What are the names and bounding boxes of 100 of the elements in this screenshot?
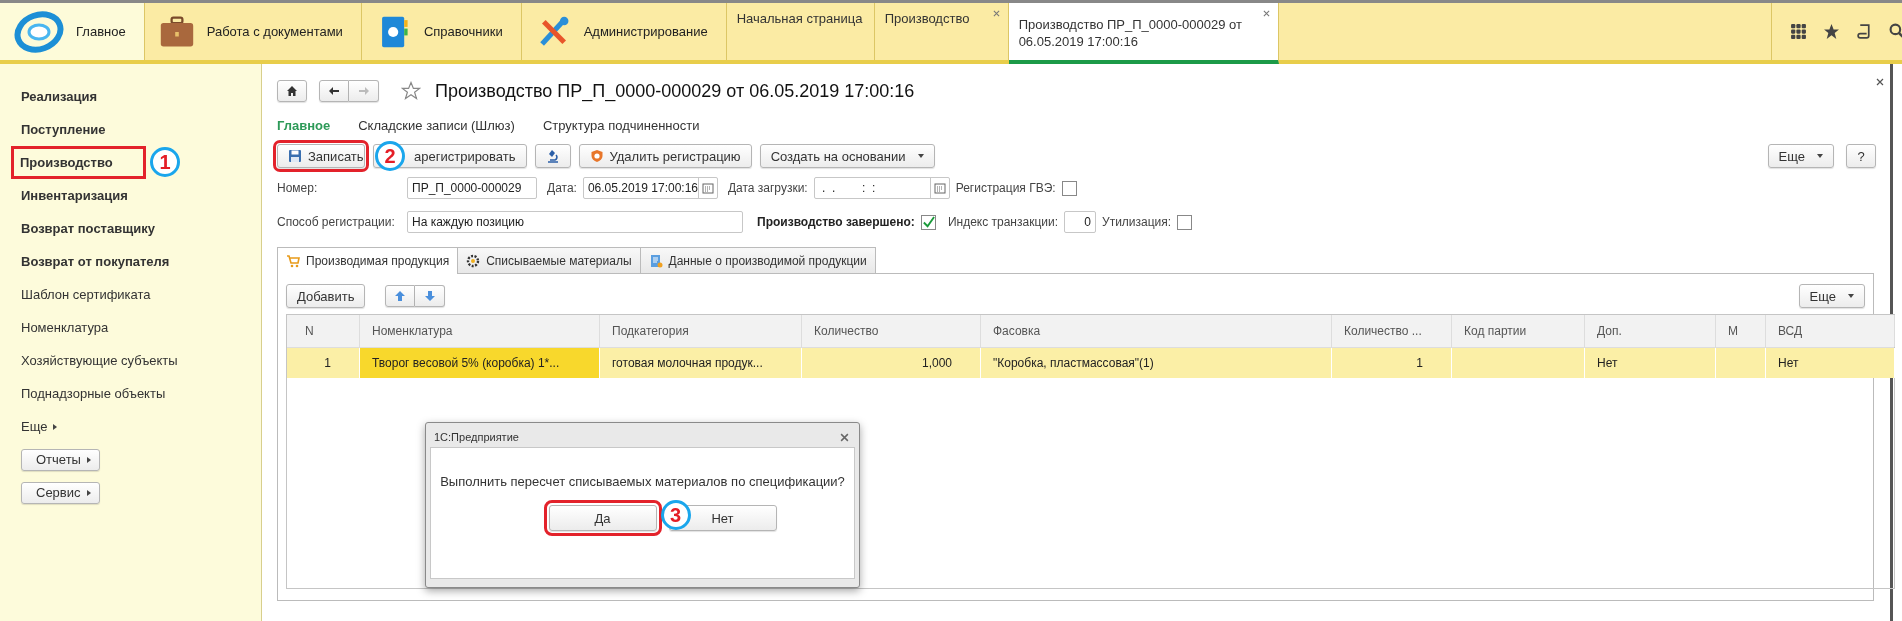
menu-button[interactable]: Сервис — [21, 481, 100, 504]
close-icon[interactable] — [1262, 10, 1270, 17]
checkbox[interactable] — [1061, 180, 1077, 196]
grid-icon[interactable] — [1790, 23, 1807, 40]
calendar-icon[interactable] — [933, 182, 946, 194]
add-button[interactable]: Добавить — [286, 284, 366, 308]
section-link[interactable]: Главное — [277, 117, 331, 133]
caret-icon — [86, 456, 91, 463]
caret-icon — [1817, 154, 1823, 158]
column-header[interactable]: Доп. — [1585, 315, 1716, 347]
dialog-title: 1С:Предприятие — [434, 431, 519, 443]
column-header[interactable]: Количество ... — [1332, 315, 1452, 347]
caret-icon — [53, 423, 58, 430]
section-tab[interactable]: Главное — [0, 3, 145, 60]
column-header[interactable]: Фасовка — [981, 315, 1332, 347]
back-button[interactable] — [319, 80, 349, 102]
sidebar-item[interactable]: Номенклатура — [21, 320, 109, 335]
field-label: Производство завершено: — [757, 215, 915, 229]
more-button[interactable]: Еще — [1767, 144, 1834, 168]
number-field[interactable]: ПР_П_0000-000029 — [407, 177, 537, 199]
sidebar-item[interactable]: Реализация — [21, 89, 98, 104]
sidebar-item[interactable]: Хозяйствующие субъекты — [21, 353, 178, 368]
table-cell: готовая молочная продук... — [600, 348, 802, 378]
page-tab[interactable]: Производимая продукция — [277, 247, 459, 274]
move-up-button[interactable] — [385, 285, 416, 307]
window-tab[interactable]: Начальная страница — [726, 3, 875, 60]
microscope-icon — [545, 149, 560, 163]
cart-icon — [286, 254, 300, 268]
table-cell: 1 — [1332, 348, 1452, 378]
section-tab[interactable]: Администрирование — [521, 3, 727, 60]
caret-icon — [917, 154, 924, 158]
calendar-icon[interactable] — [701, 182, 714, 194]
column-header[interactable]: Количество — [802, 315, 981, 347]
close-icon[interactable] — [840, 432, 849, 442]
floppy-icon — [288, 149, 302, 163]
menu-button[interactable]: Отчеты — [21, 448, 100, 471]
more-link[interactable]: Еще — [21, 419, 58, 434]
sidebar-item[interactable]: Производство — [14, 149, 143, 176]
shield-icon — [589, 149, 604, 163]
field-label: Номер: — [277, 181, 319, 195]
move-down-button[interactable] — [415, 285, 446, 307]
sidebar-item[interactable]: Шаблон сертификата — [21, 287, 151, 302]
briefcase-icon — [158, 14, 195, 49]
column-header[interactable]: N — [287, 315, 360, 347]
analysis-button[interactable] — [534, 144, 571, 168]
more-button[interactable]: Еще — [1798, 284, 1865, 308]
page-tab[interactable]: Данные о производимой продукции — [639, 247, 876, 273]
window-tab[interactable]: Производство ПР_П_0000-000029 от 06.05.2019 17:00:16 — [1008, 3, 1279, 64]
sidebar-item[interactable]: Возврат поставщику — [21, 221, 155, 236]
sidebar-item[interactable]: Инвентаризация — [21, 188, 128, 203]
step-marker: 2 — [375, 141, 405, 171]
back-arrow-icon — [328, 85, 340, 97]
step-marker: 1 — [150, 147, 180, 177]
field-label: Способ регистрации: — [277, 215, 396, 229]
load-date-field[interactable]: . . : : — [813, 177, 950, 199]
sidebar-item[interactable]: Поступление — [21, 122, 106, 137]
command-button[interactable]: Удалить регистрацию — [578, 144, 752, 168]
table-cell: "Коробка, пластмассовая"(1) — [981, 348, 1332, 378]
document-icon — [648, 253, 663, 268]
forward-arrow-icon — [357, 85, 370, 97]
close-icon[interactable] — [992, 10, 1000, 17]
caret-icon — [1848, 294, 1854, 298]
index-field[interactable]: 0 — [1064, 211, 1097, 233]
column-header[interactable]: Подкатегория — [600, 315, 802, 347]
section-tab[interactable]: Работа с документами — [144, 3, 362, 60]
field-label: Дата загрузки: — [727, 181, 808, 195]
checkbox[interactable] — [920, 214, 936, 230]
date-field[interactable]: 06.05.2019 17:00:16 — [582, 177, 718, 199]
column-header[interactable]: Номенклатура — [360, 315, 600, 347]
window-tab[interactable]: Производство — [874, 3, 1009, 60]
section-tab[interactable]: Справочники — [361, 3, 522, 60]
method-field[interactable]: На каждую позицию — [407, 211, 743, 233]
star-icon[interactable] — [401, 81, 421, 101]
table-cell: Творог весовой 5% (коробка) 1*... — [360, 348, 600, 378]
command-button[interactable]: Создать на основании — [759, 144, 935, 168]
up-arrow-icon — [394, 290, 407, 302]
help-button[interactable]: ? — [1846, 144, 1876, 168]
column-header[interactable]: Код партии — [1452, 315, 1585, 347]
section-link[interactable]: Складские записи (Шлюз) — [358, 117, 515, 133]
sidebar-item[interactable]: Возврат от покупателя — [21, 254, 170, 269]
close-icon[interactable] — [1876, 78, 1884, 86]
checkbox[interactable] — [1177, 214, 1193, 230]
gear-icon — [466, 253, 481, 268]
step-marker: 3 — [660, 500, 691, 530]
column-header[interactable]: М — [1716, 315, 1766, 347]
down-arrow-icon — [423, 290, 436, 302]
field-label: Индекс транзакции: — [947, 215, 1059, 229]
page-tab[interactable]: Списываемые материалы — [457, 247, 641, 273]
caret-icon — [86, 489, 91, 496]
sidebar-item[interactable]: Поднадзорные объекты — [21, 386, 166, 401]
dialog-message: Выполнить пересчет списываемых материалов по спецификации? — [440, 474, 845, 489]
field-label: Дата: — [547, 181, 577, 195]
section-link[interactable]: Структура подчиненности — [542, 117, 700, 133]
search-icon[interactable] — [1889, 23, 1902, 40]
star-icon[interactable] — [1823, 23, 1840, 40]
field-label: Регистрация ГВЭ: — [955, 181, 1056, 195]
table-cell: Нет — [1585, 348, 1716, 378]
home-button[interactable] — [277, 80, 307, 102]
logo-icon — [14, 9, 64, 54]
table-cell: 1,000 — [802, 348, 981, 378]
